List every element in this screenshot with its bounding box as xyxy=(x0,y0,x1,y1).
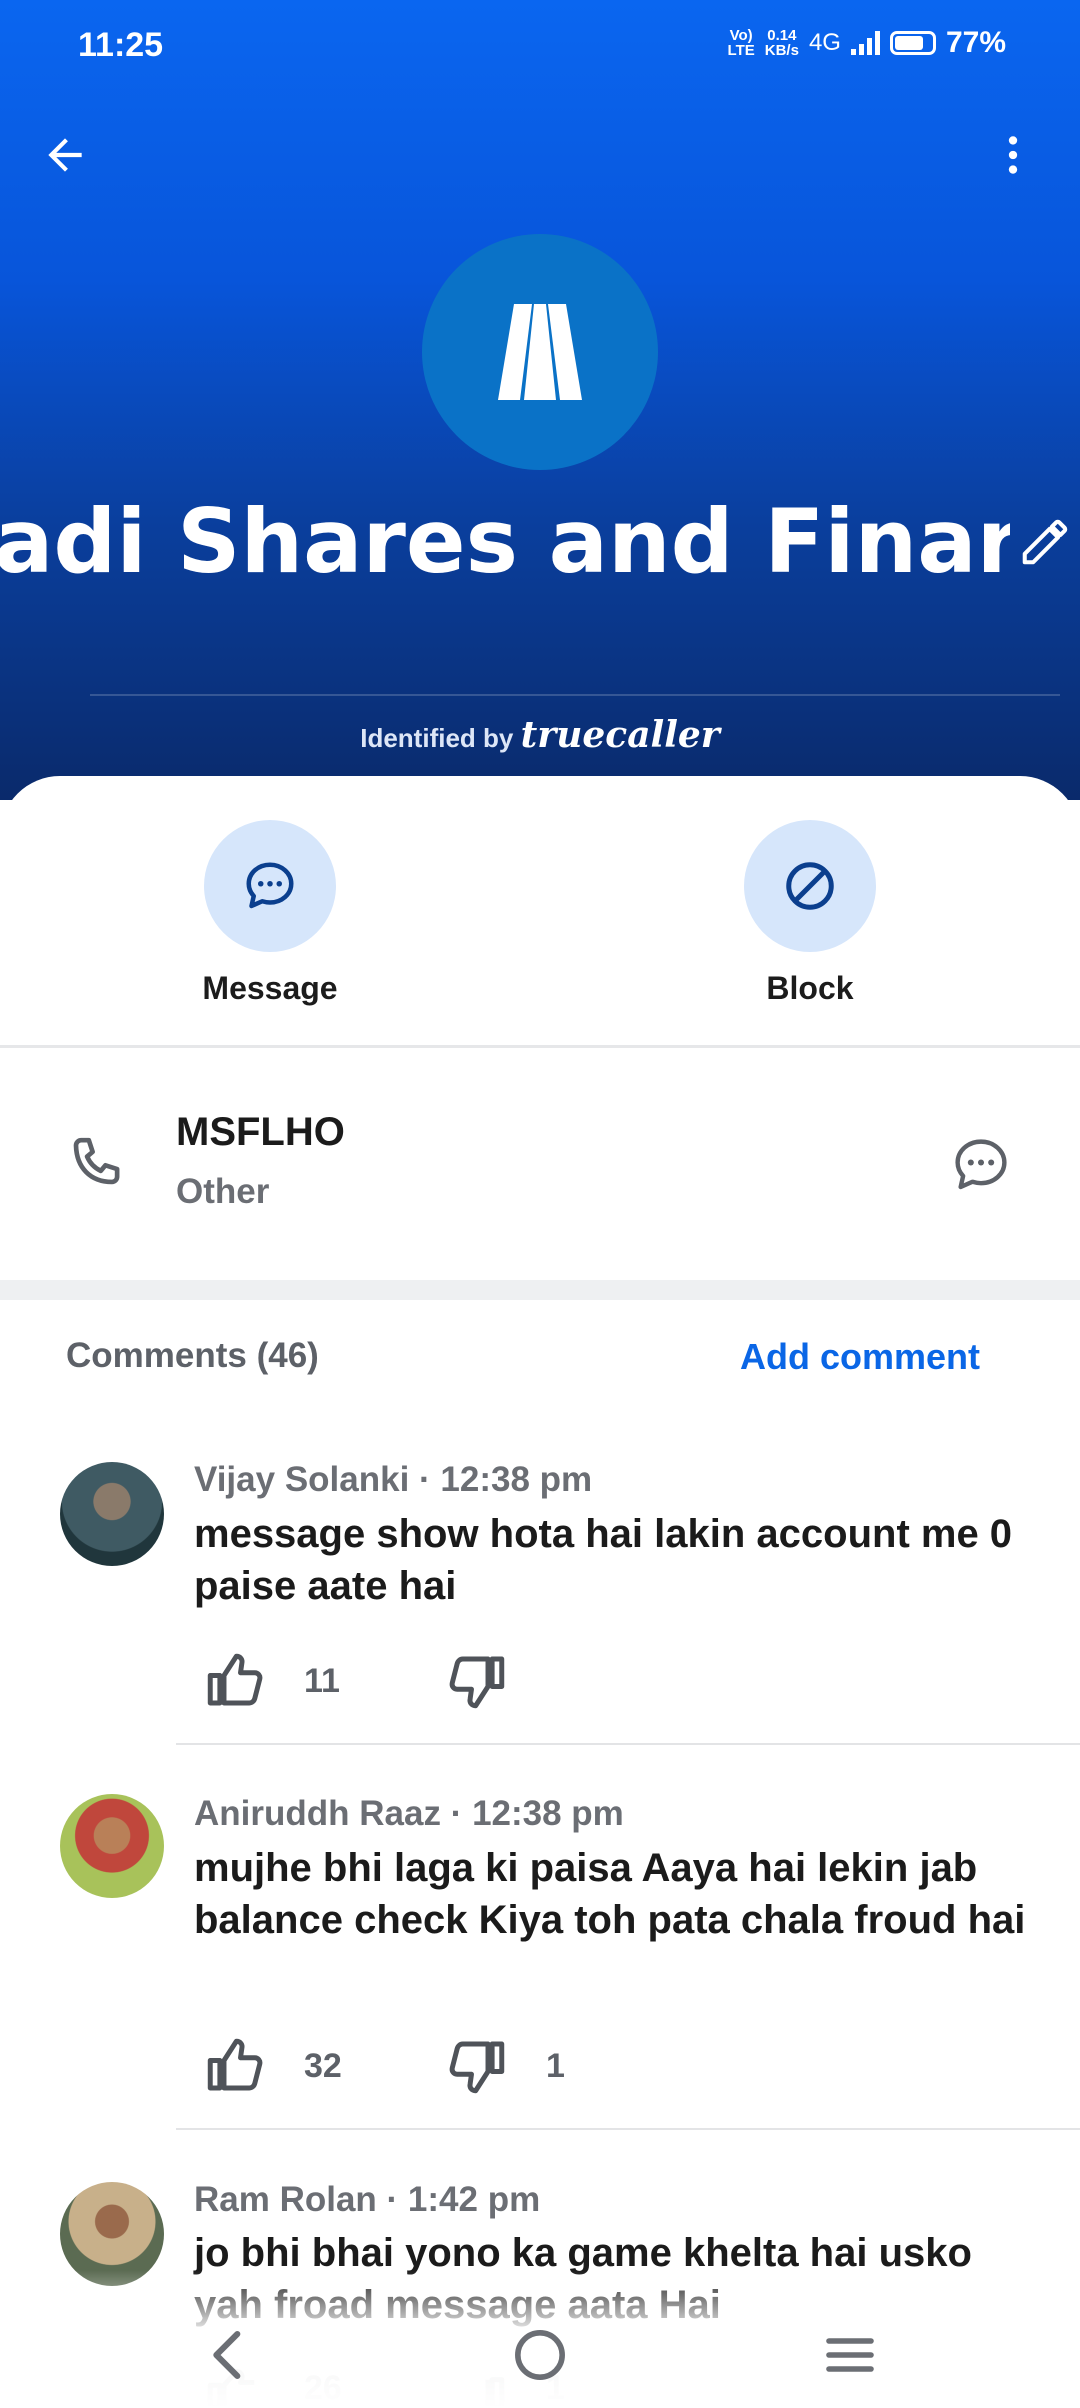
edit-name-button[interactable] xyxy=(1018,515,1072,575)
comment-time: 1:42 pm xyxy=(407,2180,541,2219)
nav-back-button[interactable] xyxy=(188,2320,268,2390)
block-action[interactable]: Block xyxy=(690,820,930,1007)
edit-pencil-icon xyxy=(1022,519,1068,565)
like-button[interactable]: 32 xyxy=(202,2033,342,2099)
company-logo-icon xyxy=(498,304,582,400)
network-type: 4G xyxy=(808,29,841,56)
comment-time: 12:38 pm xyxy=(472,1794,624,1833)
more-vert-icon xyxy=(1008,136,1018,174)
block-label: Block xyxy=(766,970,854,1006)
section-divider xyxy=(0,1280,1080,1300)
contact-message-button[interactable] xyxy=(948,1132,1014,1198)
speed-value: 0.14 xyxy=(767,27,797,44)
comment-meta: Ram Rolan · 1:42 pm xyxy=(194,2180,541,2219)
network-speed: 0.14 KB/s xyxy=(765,28,799,58)
comment-divider xyxy=(176,1743,1080,1745)
nav-home-button[interactable] xyxy=(500,2320,580,2390)
thumbs-down-icon xyxy=(449,2041,505,2094)
caller-avatar-logo xyxy=(422,234,658,470)
identified-by: Identified by truecaller xyxy=(0,714,1080,756)
system-nav-bar xyxy=(0,2300,1080,2408)
dislike-count: 1 xyxy=(546,2046,565,2085)
volte-bottom: LTE xyxy=(727,42,755,59)
truecaller-brand: truecaller xyxy=(520,714,720,756)
avatar[interactable] xyxy=(60,1794,164,1898)
thumbs-down-icon xyxy=(449,1656,505,1709)
volte-indicator: Vo) LTE xyxy=(728,28,755,58)
thumbs-up-icon xyxy=(207,2038,263,2091)
block-icon xyxy=(786,862,834,910)
identified-by-label: Identified by xyxy=(360,723,514,753)
like-button[interactable]: 11 xyxy=(202,1648,340,1714)
like-count: 11 xyxy=(304,1661,340,1700)
comment-author: Ram Rolan xyxy=(194,2180,377,2219)
dislike-button[interactable] xyxy=(444,1648,546,1714)
comment-time: 12:38 pm xyxy=(440,1460,593,1499)
message-label: Message xyxy=(202,970,338,1006)
actions-divider xyxy=(0,1045,1080,1048)
speed-unit: KB/s xyxy=(764,42,799,59)
header-divider xyxy=(90,694,1060,696)
battery-percent: 77% xyxy=(945,26,1006,59)
comment-author: Aniruddh Raaz xyxy=(194,1794,441,1833)
back-arrow-icon xyxy=(48,138,82,172)
comment-divider xyxy=(176,2128,1080,2130)
message-action-circle[interactable] xyxy=(204,820,336,952)
comment-author: Vijay Solanki xyxy=(194,1460,410,1499)
comment-meta: Aniruddh Raaz · 12:38 pm xyxy=(194,1794,624,1833)
comments-count: Comments (46) xyxy=(66,1336,319,1375)
nav-back-icon xyxy=(213,2330,241,2380)
dislike-button[interactable]: 1 xyxy=(444,2033,565,2099)
volte-top: Vo) xyxy=(729,27,753,44)
phone-icon xyxy=(62,1130,132,1205)
nav-menu-icon xyxy=(826,2338,874,2372)
contact-sender-id: MSFLHO xyxy=(176,1110,345,1154)
add-comment-button[interactable]: Add comment xyxy=(740,1336,980,1378)
like-count: 32 xyxy=(304,2046,342,2085)
status-time: 11:25 xyxy=(78,26,164,64)
nav-home-icon xyxy=(515,2330,565,2380)
back-button[interactable] xyxy=(30,120,100,190)
message-action[interactable]: Message xyxy=(150,820,390,1007)
status-bar: 11:25 Vo) LTE 0.14 KB/s 4G 77% xyxy=(0,24,1080,80)
thumbs-up-icon xyxy=(207,1653,263,1706)
chat-bubble-icon xyxy=(246,862,294,909)
block-action-circle[interactable] xyxy=(744,820,876,952)
caller-name: rwadi Shares and Finar xyxy=(0,490,1010,593)
comment-meta: Vijay Solanki · 12:38 pm xyxy=(194,1460,593,1499)
signal-icon xyxy=(850,31,880,55)
caller-name-container: rwadi Shares and Finar xyxy=(0,490,1010,600)
status-indicators: Vo) LTE 0.14 KB/s 4G 77% xyxy=(728,26,1006,60)
chat-bubble-icon xyxy=(955,1139,1007,1190)
more-options-button[interactable] xyxy=(978,120,1048,190)
contact-row[interactable] xyxy=(0,1050,1080,1280)
battery-icon xyxy=(889,31,936,55)
comment-text: message show hota hai lakin account me 0… xyxy=(194,1512,1013,1608)
nav-menu-button[interactable] xyxy=(810,2320,890,2390)
contact-type: Other xyxy=(176,1172,270,1211)
avatar[interactable] xyxy=(60,1462,164,1566)
comment-text: mujhe bhi laga ki paisa Aaya hai lekin j… xyxy=(194,1846,1026,1942)
